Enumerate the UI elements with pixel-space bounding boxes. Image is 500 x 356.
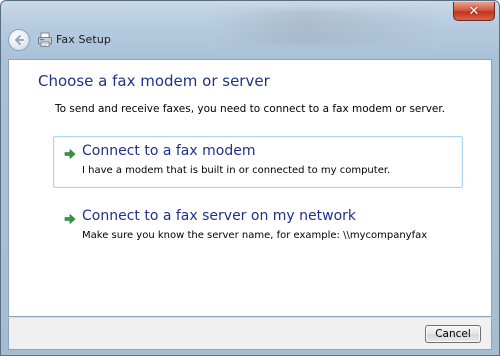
fax-setup-window: ✕ Fax Setup Choose a fax modem or server… xyxy=(0,0,500,356)
content-panel: Choose a fax modem or server To send and… xyxy=(8,59,492,317)
page-heading: Choose a fax modem or server xyxy=(38,72,270,90)
window-title: Fax Setup xyxy=(56,33,111,46)
close-icon: ✕ xyxy=(468,3,480,19)
back-arrow-icon xyxy=(15,35,24,45)
option-connect-fax-modem[interactable]: Connect to a fax modem I have a modem th… xyxy=(53,136,463,188)
titlebar-glass-reflection xyxy=(211,9,441,45)
option-title: Connect to a fax modem xyxy=(82,143,256,159)
option-description: Make sure you know the server name, for … xyxy=(82,230,428,241)
back-button[interactable] xyxy=(8,29,30,51)
green-arrow-icon xyxy=(64,213,76,225)
footer-bar: Cancel xyxy=(8,317,492,350)
green-arrow-icon xyxy=(64,148,76,160)
option-description: I have a modem that is built in or conne… xyxy=(82,165,391,176)
option-title: Connect to a fax server on my network xyxy=(82,208,356,224)
close-button[interactable]: ✕ xyxy=(453,2,495,21)
option-connect-fax-server[interactable]: Connect to a fax server on my network Ma… xyxy=(53,201,463,253)
fax-printer-icon xyxy=(38,32,52,47)
cancel-button[interactable]: Cancel xyxy=(425,325,481,343)
instruction-text: To send and receive faxes, you need to c… xyxy=(55,103,446,115)
